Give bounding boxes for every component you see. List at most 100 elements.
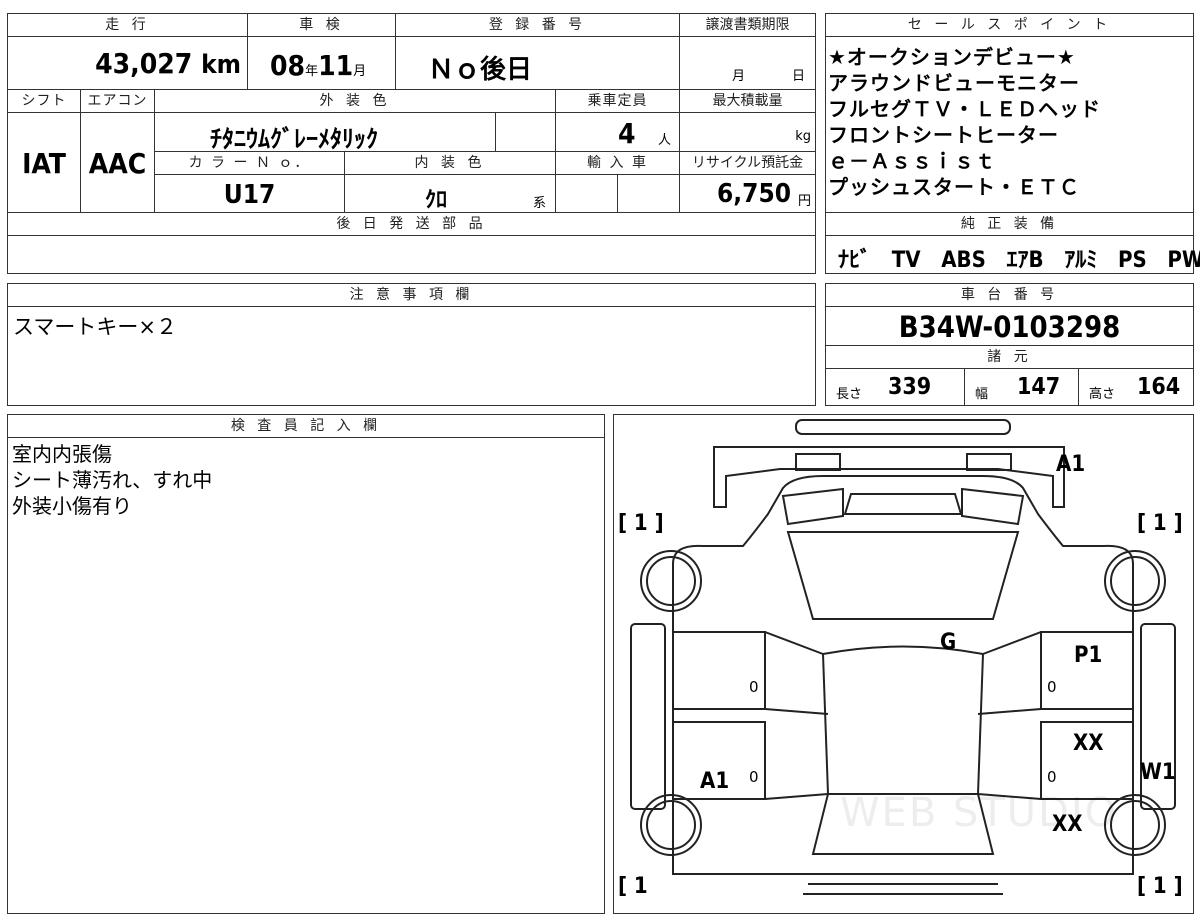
equipment-row: ﾅﾋﾞ TV ABS ｴｱB ｱﾙﾐ PS PW <box>825 235 1200 274</box>
colorno-label: カ ラ ー Ｎ ｏ． <box>154 151 345 175</box>
chassis-title: 車 台 番 号 <box>825 283 1194 307</box>
equipment-ps: PS <box>1117 248 1147 273</box>
tire-front-left-label: [ 1 ] <box>618 511 664 536</box>
colorno-value: U17 <box>223 180 276 210</box>
recycle-cell: 6,750 円 <box>679 174 816 213</box>
mark-w1: W1 <box>1140 760 1176 785</box>
import-label: 輸 入 車 <box>555 151 680 175</box>
height-cell: 高さ 164 <box>1078 368 1194 406</box>
later-parts-label: 後 日 発 送 部 品 <box>7 212 816 236</box>
inspection-month: 11 <box>318 49 354 82</box>
exterior-cell: ﾁﾀﾆｳﾑｸﾞﾚｰﾒﾀﾘｯｸ <box>154 112 496 153</box>
equipment-tv: TV <box>891 248 921 273</box>
equipment-nav: ﾅﾋﾞ <box>838 248 872 273</box>
windshield <box>786 531 1020 620</box>
equipment-title: 純 正 装 備 <box>825 212 1194 236</box>
length-cell: 長さ 339 <box>825 368 965 406</box>
inspector-line: 室内内張傷 <box>12 442 112 466</box>
colorno-cell: U17 <box>154 174 345 213</box>
mileage-value: 43,027 <box>95 47 193 80</box>
tire-front-right-label: [ 1 ] <box>1137 511 1183 536</box>
aircon-cell: AAC <box>80 112 155 213</box>
transfer-cell: 月 日 <box>679 36 816 90</box>
height-value: 164 <box>1137 374 1181 400</box>
registration-value: Ｎｏ後日 <box>428 55 533 85</box>
chassis-cell: B34W-0103298 <box>825 306 1194 346</box>
month-unit: 月 <box>353 64 367 79</box>
recycle-label: リサイクル預託金 <box>679 151 816 175</box>
length-value: 339 <box>888 374 932 400</box>
width-cell: 幅 147 <box>964 368 1079 406</box>
left-door-link <box>764 631 829 800</box>
inspector-line: シート薄汚れ、すれ中 <box>12 468 213 492</box>
interior-cell: ｸﾛ 系 <box>344 174 556 213</box>
equipment-airbag: ｴｱB <box>1006 248 1044 273</box>
sales-point-line: ｅ－Ａｓｓｉｓｔ <box>828 149 996 173</box>
mileage-cell: 43,027 km <box>7 36 248 90</box>
exterior-value: ﾁﾀﾆｳﾑｸﾞﾚｰﾒﾀﾘｯｸ <box>210 125 378 153</box>
registration-label: 登 録 番 号 <box>395 13 680 37</box>
equipment-abs: ABS <box>941 248 986 273</box>
tire-rear-left-label: [ 1 <box>618 874 648 899</box>
import-cell-b <box>617 174 680 213</box>
transfer-label: 譲渡書類期限 <box>679 13 816 37</box>
exterior-label: 外 装 色 <box>154 89 556 113</box>
front-windshield-top <box>843 493 963 515</box>
inspector-lines: 室内内張傷 シート薄汚れ、すれ中 外装小傷有り <box>12 441 212 519</box>
aircon-value: AAC <box>88 147 147 180</box>
registration-cell: Ｎｏ後日 <box>395 36 680 90</box>
watermark: WEB STUDIO <box>840 790 1119 836</box>
capacity-unit: 人 <box>658 133 672 148</box>
recycle-value: 6,750 <box>717 179 791 209</box>
zero-mark: 0 <box>1047 678 1057 696</box>
mark-p1: P1 <box>1074 643 1103 668</box>
import-cell-a <box>555 174 618 213</box>
mark-xx-door: XX <box>1073 731 1104 756</box>
sales-point-line: プッシュスタート・ＥＴＣ <box>828 175 1080 199</box>
recycle-unit: 円 <box>797 194 811 209</box>
width-label: 幅 <box>975 387 989 402</box>
wheel-front-left <box>640 550 702 612</box>
wheel-front-right <box>1104 550 1166 612</box>
right-door-link <box>977 631 1042 800</box>
mark-a1-left: A1 <box>700 769 730 794</box>
equipment-alloy: ｱﾙﾐ <box>1064 248 1098 273</box>
wheel-rear-left <box>640 794 702 856</box>
capacity-cell: 4 人 <box>555 112 680 152</box>
exterior-extra-cell <box>495 112 556 152</box>
notes-text: スマートキー×２ <box>13 315 177 339</box>
roof <box>821 645 985 795</box>
maxload-cell: kg <box>679 112 816 152</box>
mark-a1-top: A1 <box>1056 452 1086 477</box>
transfer-month: 月 <box>732 69 746 84</box>
rear-bumper <box>803 883 1003 895</box>
capacity-label: 乗車定員 <box>555 89 680 113</box>
chassis-value: B34W-0103298 <box>898 310 1121 344</box>
transfer-day: 日 <box>792 69 806 84</box>
sales-point-line: フルセグＴＶ・ＬＥＤヘッド <box>828 97 1101 121</box>
mark-g: G <box>940 630 957 655</box>
length-label: 長さ <box>836 387 863 402</box>
dimensions-title: 諸 元 <box>825 345 1194 369</box>
interior-value: ｸﾛ <box>425 188 448 213</box>
aircon-label: エアコン <box>80 89 155 113</box>
shift-label: シフト <box>7 89 81 113</box>
inspector-line: 外装小傷有り <box>12 494 132 518</box>
later-parts-cell <box>7 235 816 274</box>
inspection-cell: 08年11月 <box>247 36 396 90</box>
zero-mark: 0 <box>749 768 759 786</box>
mileage-label: 走 行 <box>7 13 248 37</box>
zero-mark: 0 <box>749 678 759 696</box>
sales-points-title: セ ー ル ス ポ イ ン ト <box>825 13 1194 37</box>
sales-points-list: ★オークションデビュー★ アラウンドビューモニター フルセグＴＶ・ＬＥＤヘッド … <box>828 44 1190 200</box>
notes-title: 注 意 事 項 欄 <box>7 283 816 307</box>
interior-suffix: 系 <box>533 196 547 211</box>
maxload-unit: kg <box>795 129 811 144</box>
maxload-label: 最大積載量 <box>679 89 816 113</box>
height-label: 高さ <box>1089 387 1116 402</box>
shift-value: IAT <box>22 147 66 180</box>
inspector-title: 検 査 員 記 入 欄 <box>7 414 605 438</box>
sales-point-line: アラウンドビューモニター <box>828 71 1080 95</box>
front-bumper-strip <box>795 419 1011 435</box>
sales-point-line: フロントシートヒーター <box>828 123 1059 147</box>
